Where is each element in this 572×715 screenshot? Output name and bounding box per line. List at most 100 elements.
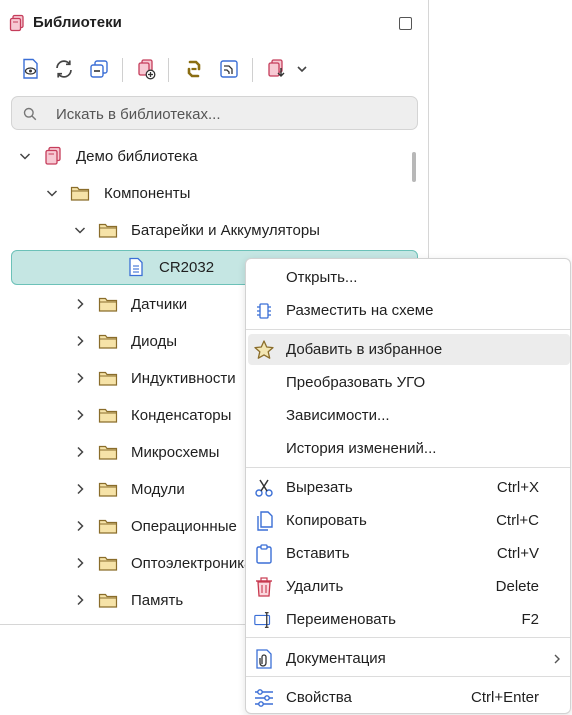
tree-row-label: Демо библиотека [76,148,198,165]
chevron-right-icon[interactable] [73,593,87,607]
tree-row[interactable]: Демо библиотека [0,138,428,175]
folder-icon [98,553,118,573]
tree-row-label: Конденсаторы [131,407,232,424]
tree-row-label: Диоды [131,333,178,350]
chevron-down-icon[interactable] [45,186,59,200]
panel-title: Библиотеки [33,14,122,31]
menu-item[interactable]: История изменений... [248,433,570,464]
menu-item-shortcut: Ctrl+Enter [471,689,539,706]
folder-icon [98,405,118,425]
chevron-right-icon[interactable] [73,371,87,385]
menu-item-label: Разместить на схеме [286,302,434,319]
menu-item-label: Вставить [286,545,350,562]
library-icon [43,146,63,166]
menu-item[interactable]: Вырезать Ctrl+X [248,472,570,503]
link-icon[interactable] [181,56,207,82]
import-library-icon[interactable] [263,56,289,82]
menu-item[interactable]: Вставить Ctrl+V [248,538,570,569]
menu-item-shortcut: Ctrl+V [496,545,539,562]
tree-row-label: CR2032 [159,259,215,276]
menu-item[interactable]: Добавить в избранное [248,334,570,365]
chevron-down-icon[interactable] [18,149,32,163]
search-box [11,96,418,130]
folder-icon [98,331,118,351]
tree-row-label: Операционные [131,518,237,535]
folder-icon [98,220,118,240]
tree-row-label: Датчики [131,296,188,313]
chevron-right-icon[interactable] [73,408,87,422]
chevron-right-icon[interactable] [73,334,87,348]
trash-icon [253,576,275,598]
tree-scrollbar[interactable] [412,152,416,182]
chevron-right-icon[interactable] [73,297,87,311]
menu-item-label: Зависимости... [286,407,390,424]
folder-icon [98,442,118,462]
menu-separator [246,467,570,468]
menu-item-label: Удалить [286,578,344,595]
folder-icon [98,294,118,314]
folder-icon [98,590,118,610]
folder-icon [98,479,118,499]
menu-item[interactable]: Преобразовать УГО [248,367,570,398]
menu-separator [246,329,570,330]
paste-icon [253,543,275,565]
component-place-icon [253,300,275,322]
menu-item-label: Открыть... [286,269,358,286]
menu-item-shortcut: Ctrl+C [496,512,539,529]
chevron-right-icon[interactable] [73,445,87,459]
collapse-all-icon[interactable] [86,56,112,82]
tree-row-label: Память [131,592,184,609]
menu-item-label: Свойства [286,689,352,706]
menu-item[interactable]: Свойства Ctrl+Enter [248,682,570,713]
chevron-right-icon[interactable] [73,519,87,533]
toolbar [0,56,428,86]
chevron-down-icon[interactable] [73,223,87,237]
menu-item-shortcut: F2 [521,611,539,628]
refresh-icon[interactable] [51,56,77,82]
tree-row-label: Индуктивности [131,370,236,387]
tree-row-label: Компоненты [104,185,191,202]
panel-title-bar: Библиотеки [0,0,428,46]
chevron-down-icon[interactable] [289,56,315,82]
search-input[interactable] [56,103,406,125]
folder-icon [98,368,118,388]
chevron-right-icon[interactable] [73,556,87,570]
chevron-right-icon [552,652,562,670]
search-icon [23,107,37,126]
scissors-icon [253,477,275,499]
menu-item[interactable]: Открыть... [248,262,570,293]
menu-item[interactable]: Документация [248,643,570,674]
menu-item-label: Добавить в избранное [286,341,443,358]
copy-icon [253,510,275,532]
context-menu: Открыть... Разместить на схеме Добавить в … [245,258,571,714]
rename-icon [253,609,275,631]
menu-item-label: История изменений... [286,440,437,457]
menu-item-label: Документация [286,650,386,667]
maximize-icon[interactable] [399,17,412,30]
tree-row[interactable]: Батарейки и Аккумуляторы [0,212,428,249]
menu-item-label: Копировать [286,512,367,529]
menu-item-shortcut: Delete [495,578,539,595]
sliders-icon [253,687,275,709]
document-icon [126,257,146,277]
folder-icon [70,183,90,203]
menu-item-label: Вырезать [286,479,353,496]
folder-icon [98,516,118,536]
menu-item[interactable]: Разместить на схеме [248,295,570,326]
view-document-icon[interactable] [18,56,44,82]
add-library-icon[interactable] [133,56,159,82]
menu-separator [246,637,570,638]
tree-row-label: Модули [131,481,185,498]
menu-item[interactable]: Копировать Ctrl+C [248,505,570,536]
tree-row-label: Микросхемы [131,444,220,461]
menu-separator [246,676,570,677]
menu-item[interactable]: Удалить Delete [248,571,570,602]
menu-item-label: Переименовать [286,611,396,628]
chevron-right-icon[interactable] [73,482,87,496]
library-books-icon [8,14,26,32]
menu-item[interactable]: Переименовать F2 [248,604,570,635]
menu-item[interactable]: Зависимости... [248,400,570,431]
tree-row[interactable]: Компоненты [0,175,428,212]
symbol-editor-icon[interactable] [216,56,242,82]
menu-item-shortcut: Ctrl+X [496,479,539,496]
